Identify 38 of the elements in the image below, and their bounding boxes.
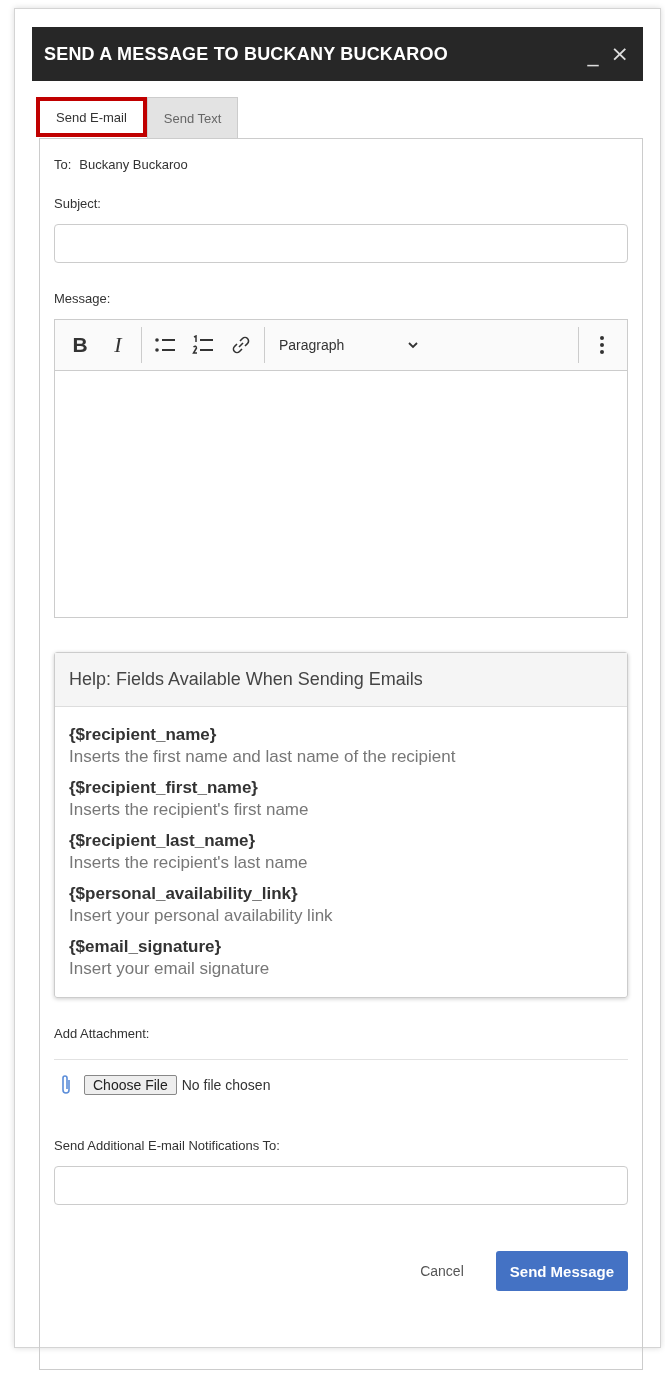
- tab[interactable]: Send E-mail: [36, 97, 147, 137]
- paperclip-icon: [60, 1074, 72, 1096]
- bullet-list-icon: [154, 336, 176, 354]
- field-name: {$email_signature}: [69, 937, 223, 957]
- message-editor[interactable]: B I Paragraph: [54, 319, 628, 618]
- field-description: Inserts the first name and last name of the recipient: [69, 747, 457, 767]
- subject-label: Subject:: [54, 196, 101, 211]
- send-message-button[interactable]: Send Message: [495, 1251, 628, 1291]
- field-name: {$recipient_first_name}: [69, 778, 259, 798]
- tab[interactable]: Send Text: [146, 97, 239, 138]
- subject-field[interactable]: [54, 224, 628, 263]
- file-status: No file chosen: [181, 1077, 271, 1093]
- to-label: To:: [54, 157, 72, 172]
- numbered-list-icon: [192, 335, 214, 355]
- notifications-field[interactable]: [54, 1166, 628, 1205]
- help-title: Help: Fields Available When Sending Emails: [55, 653, 627, 707]
- field-name: {$recipient_name}: [69, 725, 218, 745]
- minimize-button[interactable]: _: [581, 43, 605, 65]
- bold-button[interactable]: B: [61, 327, 99, 363]
- more-icon: [599, 335, 605, 355]
- close-button[interactable]: ×: [604, 43, 635, 65]
- attachment-label: Add Attachment:: [54, 1026, 150, 1041]
- notifications-label: Send Additional E-mail Notifications To:: [54, 1138, 280, 1153]
- field-description: Insert your email signature: [69, 959, 271, 979]
- message-label: Message:: [54, 291, 111, 306]
- italic-button[interactable]: I: [99, 327, 137, 363]
- field-description: Insert your personal availability link: [69, 906, 334, 926]
- link-icon: [231, 335, 251, 355]
- field-name: {$recipient_last_name}: [69, 831, 257, 851]
- choose-file-button[interactable]: Choose File: [84, 1075, 177, 1095]
- recipient-name: Buckany Buckaroo: [79, 157, 188, 172]
- field-description: Inserts the recipient's last name: [69, 853, 309, 873]
- field-description: Inserts the recipient's first name: [69, 800, 310, 820]
- chevron-down-icon: [407, 341, 419, 349]
- field-name: {$personal_availability_link}: [69, 884, 299, 904]
- window-title: SEND A MESSAGE TO BUCKANY BUCKAROO: [44, 43, 449, 65]
- paragraph-dropdown[interactable]: Paragraph: [269, 327, 429, 363]
- cancel-button[interactable]: Cancel: [414, 1262, 470, 1280]
